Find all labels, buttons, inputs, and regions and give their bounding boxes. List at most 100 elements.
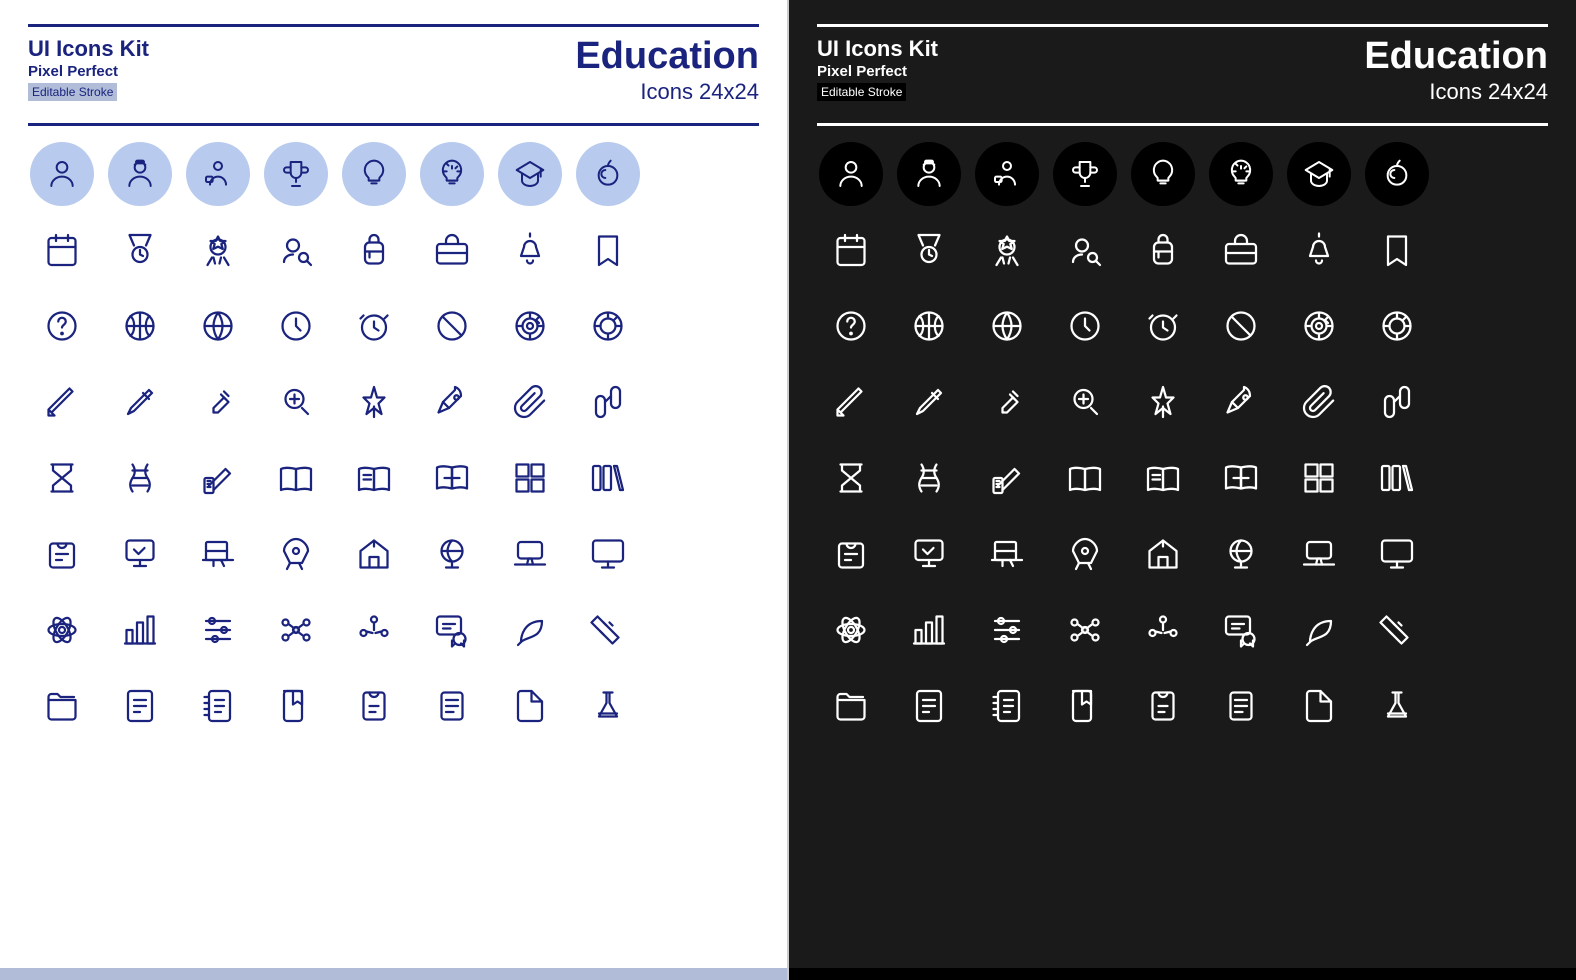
icon-whiteboard-light [106,520,174,588]
icon-student-light [28,140,96,208]
header-left-light: UI Icons Kit Pixel Perfect Editable Stro… [28,37,149,101]
icon-notebook-dark [973,672,1041,740]
icon-noeye-dark [1207,292,1275,360]
icon-rocket-pen-dark [1207,368,1275,436]
bottom-border-dark [817,123,1548,126]
icon-graduation-cap-dark [1285,140,1353,208]
header-light: UI Icons Kit Pixel Perfect Editable Stro… [28,37,759,105]
icon-graduation-cap-light [496,140,564,208]
icon-question-light [28,292,96,360]
icon-rocket-dark [1051,520,1119,588]
header-right-dark: Education Icons 24x24 [1364,37,1548,105]
icon-student-dark [817,140,885,208]
icon-sliders-light [184,596,252,664]
icon-clipboard-dark [817,520,885,588]
icon-row-6-dark [817,520,1548,588]
icon-magnifier-dark [1051,368,1119,436]
editable-stroke-light: Editable Stroke [28,83,117,101]
icon-open-book2-dark [1129,444,1197,512]
icon-calendar-light [28,216,96,284]
icon-rocket-light [262,520,330,588]
icon-target2-dark [1363,292,1431,360]
icon-search-user-light [262,216,330,284]
light-panel: UI Icons Kit Pixel Perfect Editable Stro… [0,0,789,980]
icon-leaf-dark [1285,596,1353,664]
icon-trophy-light [262,140,330,208]
icon-row-8-light [28,672,759,740]
icon-pin-light [340,368,408,436]
icon-bulb-off-light [340,140,408,208]
icon-badge-light [184,216,252,284]
dark-panel: UI Icons Kit Pixel Perfect Editable Stro… [789,0,1576,980]
icon-molecule2-light [340,596,408,664]
icon-row-5-light [28,444,759,512]
icon-search-user-dark [1051,216,1119,284]
icon-target1-dark [1285,292,1353,360]
icon-molecule1-light [262,596,330,664]
icon-basketball-light [106,292,174,360]
icon-atom-light [28,596,96,664]
footer-bar-dark [789,968,1576,980]
icon-alarm-dark [1129,292,1197,360]
icon-bulb-on-light [418,140,486,208]
icon-bar-chart-light [106,596,174,664]
icon-bookmark-light [574,216,642,284]
icon-bell-dark [1285,216,1353,284]
icon-capsule-dark [1363,368,1431,436]
top-border-dark [817,24,1548,27]
icon-grid-dark [817,140,1548,740]
icon-row-1-light [28,140,759,208]
icon-books-dark [1363,444,1431,512]
icon-row-6-light [28,520,759,588]
icon-row-5-dark [817,444,1548,512]
education-title-dark: Education [1364,37,1548,75]
icon-medal-light [106,216,174,284]
icon-bookmark-doc-light [262,672,330,740]
icon-school-light [340,520,408,588]
icon-bell-light [496,216,564,284]
pixel-perfect-light: Pixel Perfect [28,63,149,80]
icon-question-dark [817,292,885,360]
icon-molecule2-dark [1129,596,1197,664]
icon-list-dark [1207,672,1275,740]
icon-row-4-dark [817,368,1548,436]
icon-pen-dark [973,368,1041,436]
icon-globe-stand-dark [1207,520,1275,588]
icon-row-7-light [28,596,759,664]
kit-title-dark: UI Icons Kit [817,37,938,61]
icon-backpack-dark [1129,216,1197,284]
icon-briefcase-light [418,216,486,284]
icon-certificate-dark [1207,596,1275,664]
icon-rocket-pen-light [418,368,486,436]
icon-hourglass-dark [817,444,885,512]
icon-hourglass-light [28,444,96,512]
editable-stroke-dark: Editable Stroke [817,83,906,101]
icon-globe-stand-light [418,520,486,588]
icon-target1-light [496,292,564,360]
icon-molecule1-dark [1051,596,1119,664]
icon-bulb-off-dark [1129,140,1197,208]
icon-list-light [418,672,486,740]
icon-trophy-dark [1051,140,1119,208]
icon-art-light [184,520,252,588]
icon-grid-light [496,444,564,512]
icon-row-3-dark [817,292,1548,360]
icon-pen-light [184,368,252,436]
icon-file-dark [1285,672,1353,740]
icon-briefcase-dark [1207,216,1275,284]
icon-pencil2-dark [895,368,963,436]
icon-atom-dark [817,596,885,664]
icon-ruler-dark [1363,596,1431,664]
icon-bar-chart-dark [895,596,963,664]
icon-bookmark-dark [1363,216,1431,284]
footer-bar-light [0,968,787,980]
pixel-perfect-dark: Pixel Perfect [817,63,938,80]
icon-open-book-dark [1051,444,1119,512]
header-right-light: Education Icons 24x24 [575,37,759,105]
education-title-light: Education [575,37,759,75]
icon-open-book2-light [340,444,408,512]
bottom-border-light [28,123,759,126]
icon-file-light [496,672,564,740]
icon-clipboard2-light [340,672,408,740]
icon-folder-light [28,672,96,740]
